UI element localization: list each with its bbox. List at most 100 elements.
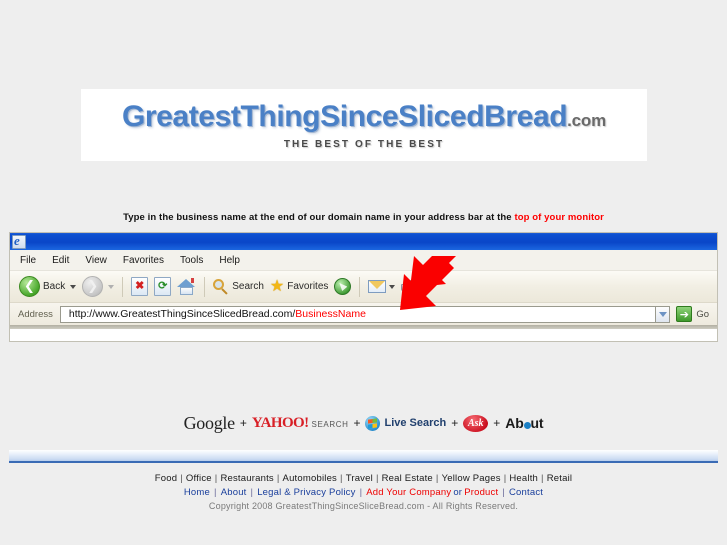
address-dropdown-button[interactable]: [655, 305, 671, 323]
menu-item-view[interactable]: View: [85, 255, 107, 266]
address-label: Address: [18, 308, 53, 320]
live-search-text: Live Search: [384, 417, 447, 429]
search-button[interactable]: Search: [210, 274, 267, 300]
logo-tld-text: .com: [567, 111, 607, 130]
back-button-label: Back: [43, 281, 66, 292]
divider: |: [502, 487, 505, 498]
chevron-down-icon: [658, 311, 667, 317]
refresh-icon: ⟳: [154, 277, 172, 296]
footer-category-links: Food | Office | Restaurants | Automobiles | Trav…: [0, 472, 727, 485]
browser-window: File Edit View Favorites Tools Help ❮ Ba…: [9, 232, 718, 342]
print-button[interactable]: [398, 274, 422, 300]
footer-link-automobiles[interactable]: Automobiles: [283, 473, 337, 484]
windows-flag-icon: [365, 415, 381, 431]
yahoo-search-logo: YAHOO! SEARCH: [252, 415, 349, 432]
footer-link-legal-privacy-policy[interactable]: Legal & Privacy Policy: [257, 487, 355, 498]
address-url-prefix: http://www.GreatestThingSinceSlicedBread…: [68, 308, 296, 320]
toolbar-separator: [359, 276, 361, 297]
google-logo: Google: [183, 412, 236, 433]
mail-icon: [368, 280, 387, 293]
mail-button[interactable]: [365, 274, 398, 300]
footer-copyright: Copyright 2008 GreatestThingSinceSliceBr…: [208, 501, 519, 511]
menu-item-help[interactable]: Help: [219, 255, 240, 266]
divider: |: [435, 473, 439, 484]
about-logo-after: ut: [530, 415, 544, 431]
logo-main-text: GreatestThingSinceSlicedBread: [121, 100, 568, 133]
footer-link-home[interactable]: Home: [184, 487, 210, 498]
yahoo-search-word: SEARCH: [311, 419, 349, 429]
plus-separator: +: [493, 416, 501, 430]
address-input[interactable]: http://www.GreatestThingSinceSlicedBread…: [59, 305, 656, 323]
toolbar-separator: [204, 276, 206, 297]
footer-link-product[interactable]: Product: [464, 487, 498, 498]
stop-button[interactable]: ✖: [128, 274, 151, 300]
divider: |: [359, 487, 363, 498]
footer-nav-links: Home | About | Legal & Privacy Policy | Add Yo…: [0, 486, 727, 499]
favorites-button-label: Favorites: [287, 281, 329, 292]
footer-link-contact[interactable]: Contact: [509, 487, 543, 498]
go-button[interactable]: ➔ Go: [676, 306, 709, 322]
back-button[interactable]: ❮ Back: [16, 274, 79, 300]
divider: |: [541, 473, 544, 484]
internet-explorer-icon: [12, 233, 26, 249]
favorites-button[interactable]: ★ Favorites: [267, 274, 331, 300]
footer-link-yellow-pages[interactable]: Yellow Pages: [442, 473, 501, 484]
footer-link-restaurants[interactable]: Restaurants: [220, 473, 273, 484]
about-dot-icon: [523, 422, 531, 429]
back-dropdown-chevron-icon[interactable]: [70, 284, 77, 289]
go-button-label: Go: [696, 308, 709, 320]
logo-tagline: THE BEST OF THE BEST: [283, 139, 445, 150]
footer-link-about[interactable]: About: [221, 487, 247, 498]
footer-link-retail[interactable]: Retail: [547, 473, 573, 484]
media-icon: [334, 278, 352, 295]
browser-titlebar: [10, 233, 717, 250]
browser-toolbar: ❮ Back ❯ ✖ ⟳ Search ★ Favorites: [10, 271, 717, 303]
divider: |: [375, 473, 379, 484]
blue-divider-bar: [9, 450, 718, 463]
forward-dropdown-chevron-icon[interactable]: [108, 284, 115, 289]
search-icon: [213, 278, 229, 295]
about-logo-before: Ab: [505, 415, 524, 431]
footer-link-travel[interactable]: Travel: [346, 473, 373, 484]
about-logo: Ab ut: [505, 415, 543, 431]
home-button[interactable]: [174, 274, 199, 300]
search-button-label: Search: [232, 281, 264, 292]
menu-item-tools[interactable]: Tools: [180, 255, 203, 266]
home-icon: [177, 277, 196, 296]
footer-conjunction: or: [453, 487, 463, 498]
refresh-button[interactable]: ⟳: [151, 274, 174, 300]
browser-menubar: File Edit View Favorites Tools Help: [10, 250, 717, 271]
plus-separator: +: [239, 416, 247, 430]
logo-wordmark: GreatestThingSinceSlicedBread.com: [122, 102, 606, 132]
footer-link-real-estate[interactable]: Real Estate: [382, 473, 433, 484]
toolbar-separator: [122, 276, 124, 297]
mail-dropdown-chevron-icon[interactable]: [389, 284, 396, 289]
divider: |: [340, 473, 343, 484]
divider: |: [180, 473, 183, 484]
instruction-highlight: top of your monitor: [514, 212, 604, 223]
stop-icon: ✖: [131, 277, 149, 296]
menu-item-file[interactable]: File: [20, 255, 36, 266]
footer-link-health[interactable]: Health: [509, 473, 538, 484]
print-icon: [401, 279, 420, 294]
footer-link-food[interactable]: Food: [155, 473, 177, 484]
media-button[interactable]: [331, 274, 354, 300]
plus-separator: +: [353, 416, 361, 430]
footer-link-add-your-company[interactable]: Add Your Company: [366, 487, 451, 498]
instruction-line: Type in the business name at the end of …: [0, 212, 727, 223]
forward-button[interactable]: ❯: [79, 274, 117, 300]
live-search-logo: Live Search: [365, 415, 447, 431]
browser-content-area: [10, 329, 717, 341]
menu-item-edit[interactable]: Edit: [52, 255, 69, 266]
footer-link-office[interactable]: Office: [186, 473, 212, 484]
divider: |: [214, 487, 217, 498]
divider: |: [250, 487, 254, 498]
forward-arrow-icon: ❯: [82, 276, 104, 297]
search-engines-row: Google + YAHOO! SEARCH + Live Search + A…: [0, 411, 727, 435]
plus-separator: +: [451, 416, 459, 430]
yahoo-logo-text: YAHOO!: [251, 414, 309, 431]
site-logo-banner: GreatestThingSinceSlicedBread.com THE BE…: [81, 89, 647, 161]
menu-item-favorites[interactable]: Favorites: [123, 255, 164, 266]
divider: |: [276, 473, 280, 484]
go-arrow-icon: ➔: [676, 306, 693, 322]
